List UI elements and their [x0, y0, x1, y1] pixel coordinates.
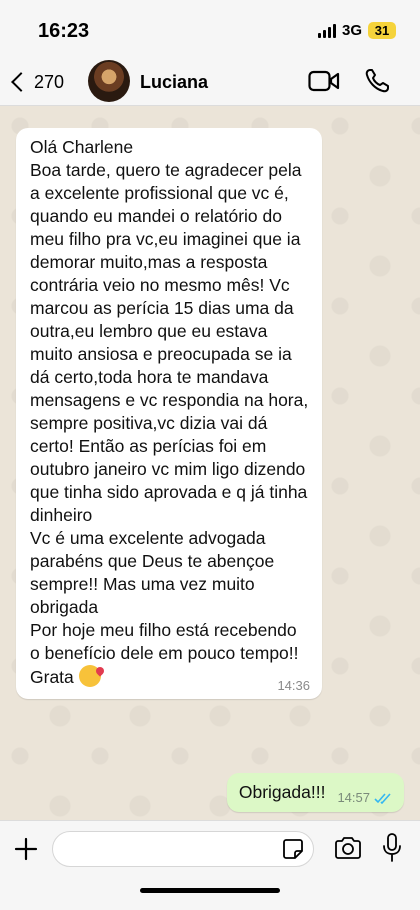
- status-bar: 16:23 3G 31: [0, 0, 420, 58]
- back-button[interactable]: 270: [8, 66, 64, 98]
- home-indicator[interactable]: [140, 888, 280, 893]
- microphone-icon[interactable]: [382, 833, 402, 863]
- message-meta: 14:57: [337, 790, 392, 805]
- signal-icon: [317, 23, 336, 38]
- phone-icon[interactable]: [364, 68, 390, 94]
- message-text: Obrigada!!!: [238, 782, 326, 802]
- read-ticks-icon: [374, 792, 391, 804]
- camera-icon[interactable]: [334, 836, 362, 860]
- chat-header: 270 Luciana: [0, 58, 420, 106]
- chevron-left-icon: [11, 72, 31, 92]
- incoming-message[interactable]: Olá Charlene Boa tarde, quero te agradec…: [16, 128, 322, 699]
- unread-count: 270: [34, 71, 65, 92]
- status-indicators: 3G 31: [317, 22, 396, 39]
- chat-area[interactable]: Olá Charlene Boa tarde, quero te agradec…: [0, 106, 420, 820]
- status-time: 16:23: [38, 20, 90, 42]
- plus-icon[interactable]: [14, 837, 38, 861]
- message-body: Olá Charlene Boa tarde, quero te agradec…: [30, 137, 309, 687]
- message-time: 14:36: [277, 678, 310, 693]
- sticker-icon[interactable]: [282, 838, 304, 860]
- video-call-icon[interactable]: [308, 70, 340, 92]
- message-input[interactable]: [52, 831, 314, 867]
- network-label: 3G: [341, 22, 362, 39]
- outgoing-message[interactable]: Obrigada!!! 14:57: [226, 773, 404, 812]
- message-text: Olá Charlene Boa tarde, quero te agradec…: [30, 136, 310, 689]
- input-bar: [0, 820, 420, 910]
- kiss-emoji-icon: [78, 665, 101, 687]
- contact-name[interactable]: Luciana: [140, 72, 208, 93]
- message-time: 14:57: [337, 790, 370, 805]
- battery-icon: 31: [368, 22, 396, 39]
- avatar[interactable]: [88, 60, 130, 102]
